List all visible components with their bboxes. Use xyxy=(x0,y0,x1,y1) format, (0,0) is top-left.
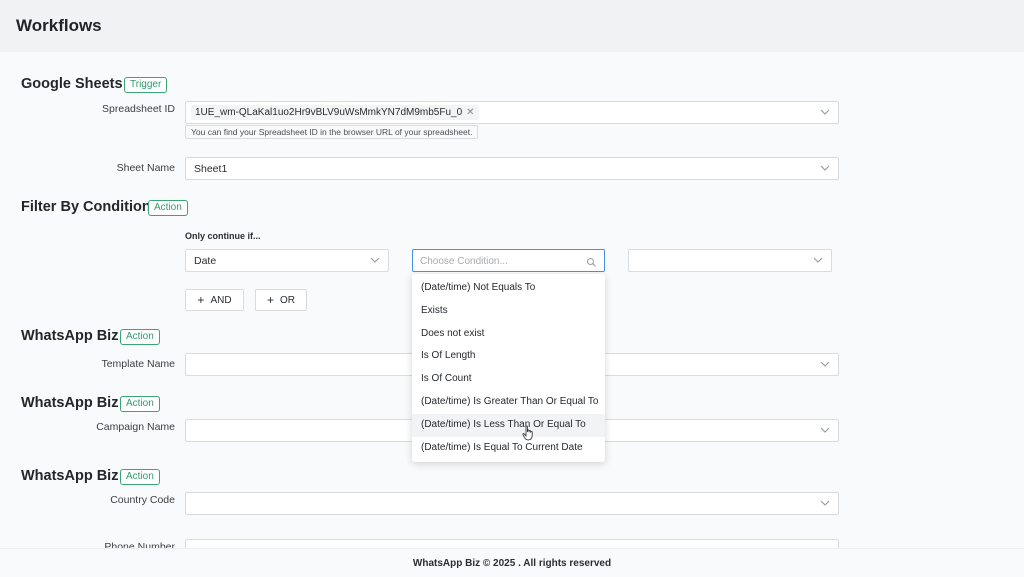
spreadsheet-id-label: Spreadsheet ID xyxy=(102,103,175,115)
hand-cursor-icon xyxy=(522,425,535,441)
country-code-label: Country Code xyxy=(110,494,175,506)
section-title-whatsapp-template: WhatsApp Biz xyxy=(21,328,119,344)
chevron-down-icon xyxy=(812,254,824,266)
chevron-down-icon xyxy=(819,162,831,174)
sheet-name-label: Sheet Name xyxy=(116,162,175,174)
action-badge: Action xyxy=(148,200,188,216)
action-badge: Action xyxy=(120,329,160,345)
plus-icon: + xyxy=(266,293,274,307)
close-icon[interactable]: ✕ xyxy=(466,105,474,120)
section-title-whatsapp-contact: WhatsApp Biz xyxy=(21,468,119,484)
condition-option[interactable]: (Date/time) Not Equals To xyxy=(412,277,605,300)
chevron-down-icon xyxy=(819,424,831,436)
filter-value-select[interactable] xyxy=(628,249,832,272)
add-or-button[interactable]: + OR xyxy=(255,289,307,311)
condition-option[interactable]: (Date/time) Is Equal To Current Date xyxy=(412,437,605,460)
campaign-name-label: Campaign Name xyxy=(96,421,175,433)
or-label: OR xyxy=(280,294,295,306)
filter-field-value: Date xyxy=(194,255,217,267)
filter-intro: Only continue if... xyxy=(185,231,261,241)
top-bar: Workflows xyxy=(0,0,1024,52)
condition-option[interactable]: Does not exist xyxy=(412,323,605,346)
spreadsheet-id-tag-text: 1UE_wm-QLaKal1uo2Hr9vBLV9uWsMmkYN7dM9mb5… xyxy=(195,107,463,118)
country-code-select[interactable] xyxy=(185,492,839,515)
template-name-label: Template Name xyxy=(101,358,175,370)
trigger-badge: Trigger xyxy=(124,77,168,93)
sheet-name-value: Sheet1 xyxy=(194,163,228,175)
condition-select[interactable] xyxy=(412,249,605,272)
search-icon xyxy=(586,255,597,267)
action-badge: Action xyxy=(120,469,160,485)
page-title: Workflows xyxy=(16,16,102,35)
and-label: AND xyxy=(210,294,232,306)
footer: WhatsApp Biz © 2025 . All rights reserve… xyxy=(0,548,1024,577)
condition-option[interactable]: Is Of Count xyxy=(412,368,605,391)
chevron-down-icon xyxy=(819,106,831,118)
condition-option[interactable]: Is Of Length xyxy=(412,345,605,368)
condition-dropdown-menu: (Date/time) Not Equals To Exists Does no… xyxy=(412,274,605,462)
chevron-down-icon xyxy=(819,497,831,509)
section-title-whatsapp-campaign: WhatsApp Biz xyxy=(21,395,119,411)
spreadsheet-id-tag: 1UE_wm-QLaKal1uo2Hr9vBLV9uWsMmkYN7dM9mb5… xyxy=(191,105,479,120)
sheet-name-select[interactable]: Sheet1 xyxy=(185,157,839,180)
plus-icon: + xyxy=(197,293,205,307)
condition-search-input[interactable] xyxy=(420,254,580,268)
condition-option[interactable]: Exists xyxy=(412,300,605,323)
condition-option[interactable]: (Date/time) Is Greater Than Or Equal To xyxy=(412,391,605,414)
spreadsheet-id-select[interactable]: 1UE_wm-QLaKal1uo2Hr9vBLV9uWsMmkYN7dM9mb5… xyxy=(185,101,839,124)
add-and-button[interactable]: + AND xyxy=(185,289,244,311)
chevron-down-icon xyxy=(819,358,831,370)
filter-field-select[interactable]: Date xyxy=(185,249,389,272)
spreadsheet-id-hint: You can find your Spreadsheet ID in the … xyxy=(185,125,479,139)
condition-option-hovered[interactable]: (Date/time) Is Less Than Or Equal To xyxy=(412,413,605,437)
section-title-filter: Filter By Condition xyxy=(21,199,151,215)
chevron-down-icon xyxy=(369,254,381,266)
section-title-google-sheets: Google Sheets xyxy=(21,76,123,92)
action-badge: Action xyxy=(120,396,160,412)
